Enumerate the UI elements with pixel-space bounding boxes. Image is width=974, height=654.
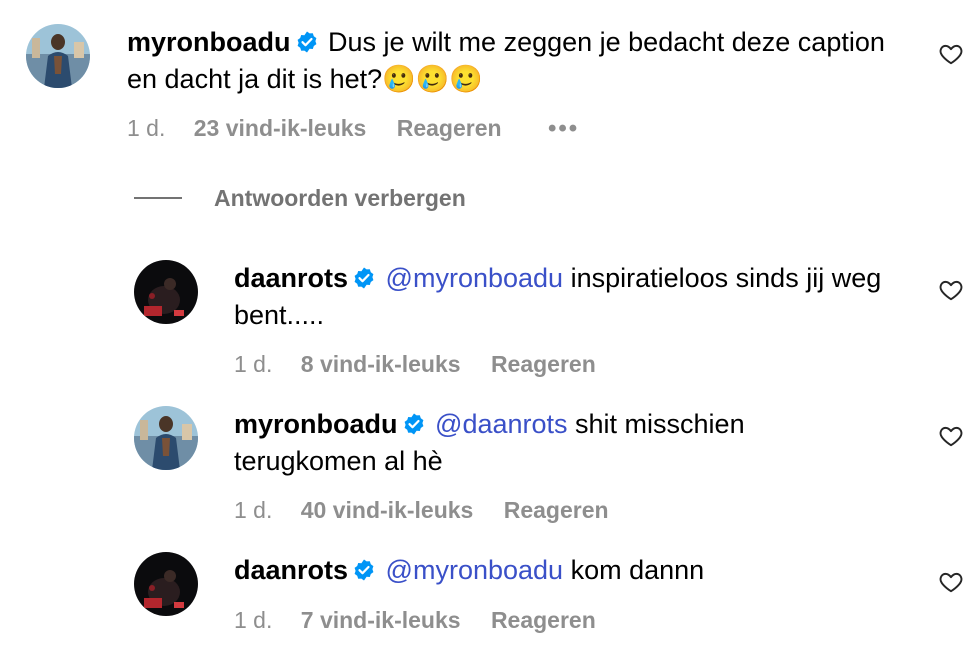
- timestamp[interactable]: 1 d.: [234, 607, 272, 634]
- comment-meta: 1 d. 7 vind-ik-leuks Reageren: [234, 607, 636, 634]
- heart-outline-icon[interactable]: [938, 569, 964, 595]
- comment-text: myronboadu Dus je wilt me zeggen je beda…: [127, 24, 887, 98]
- reply-button[interactable]: Reageren: [504, 497, 609, 524]
- comment-body: kom dannn: [570, 555, 705, 585]
- verified-badge-icon: [352, 266, 376, 290]
- comment-text: daanrots @myronboadu kom dannn: [234, 552, 894, 589]
- heart-outline-icon[interactable]: [938, 41, 964, 67]
- avatar[interactable]: [134, 552, 198, 616]
- mention-link[interactable]: @myronboadu: [386, 263, 564, 293]
- mention-link[interactable]: @myronboadu: [386, 555, 564, 585]
- timestamp[interactable]: 1 d.: [234, 351, 272, 378]
- reply-button[interactable]: Reageren: [491, 607, 596, 634]
- verified-badge-icon: [295, 30, 319, 54]
- heart-outline-icon[interactable]: [938, 423, 964, 449]
- username[interactable]: myronboadu: [127, 27, 291, 57]
- avatar[interactable]: [134, 260, 198, 324]
- comment-text: myronboadu @daanrots shit misschien teru…: [234, 406, 834, 480]
- comment-meta: 1 d. 40 vind-ik-leuks Reageren: [234, 497, 649, 524]
- mention-link[interactable]: @daanrots: [435, 409, 567, 439]
- timestamp[interactable]: 1 d.: [234, 497, 272, 524]
- comment-text: daanrots @myronboadu inspiratieloos sind…: [234, 260, 894, 334]
- likes-count[interactable]: 23 vind-ik-leuks: [194, 115, 367, 142]
- likes-count[interactable]: 8 vind-ik-leuks: [301, 351, 461, 378]
- timestamp[interactable]: 1 d.: [127, 115, 165, 142]
- verified-badge-icon: [402, 412, 426, 436]
- username[interactable]: myronboadu: [234, 409, 398, 439]
- comment-meta: 1 d. 23 vind-ik-leuks Reageren •••: [127, 115, 579, 143]
- hide-replies-button[interactable]: Antwoorden verbergen: [134, 183, 466, 213]
- verified-badge-icon: [352, 558, 376, 582]
- avatar[interactable]: [134, 406, 198, 470]
- likes-count[interactable]: 7 vind-ik-leuks: [301, 607, 461, 634]
- username[interactable]: daanrots: [234, 263, 348, 293]
- more-options-icon[interactable]: •••: [548, 115, 579, 143]
- heart-outline-icon[interactable]: [938, 277, 964, 303]
- reply-button[interactable]: Reageren: [397, 115, 502, 142]
- username[interactable]: daanrots: [234, 555, 348, 585]
- reply-button[interactable]: Reageren: [491, 351, 596, 378]
- likes-count[interactable]: 40 vind-ik-leuks: [301, 497, 474, 524]
- avatar[interactable]: [26, 24, 90, 88]
- divider: [134, 197, 182, 199]
- hide-replies-label: Antwoorden verbergen: [214, 184, 466, 211]
- comment-meta: 1 d. 8 vind-ik-leuks Reageren: [234, 351, 636, 378]
